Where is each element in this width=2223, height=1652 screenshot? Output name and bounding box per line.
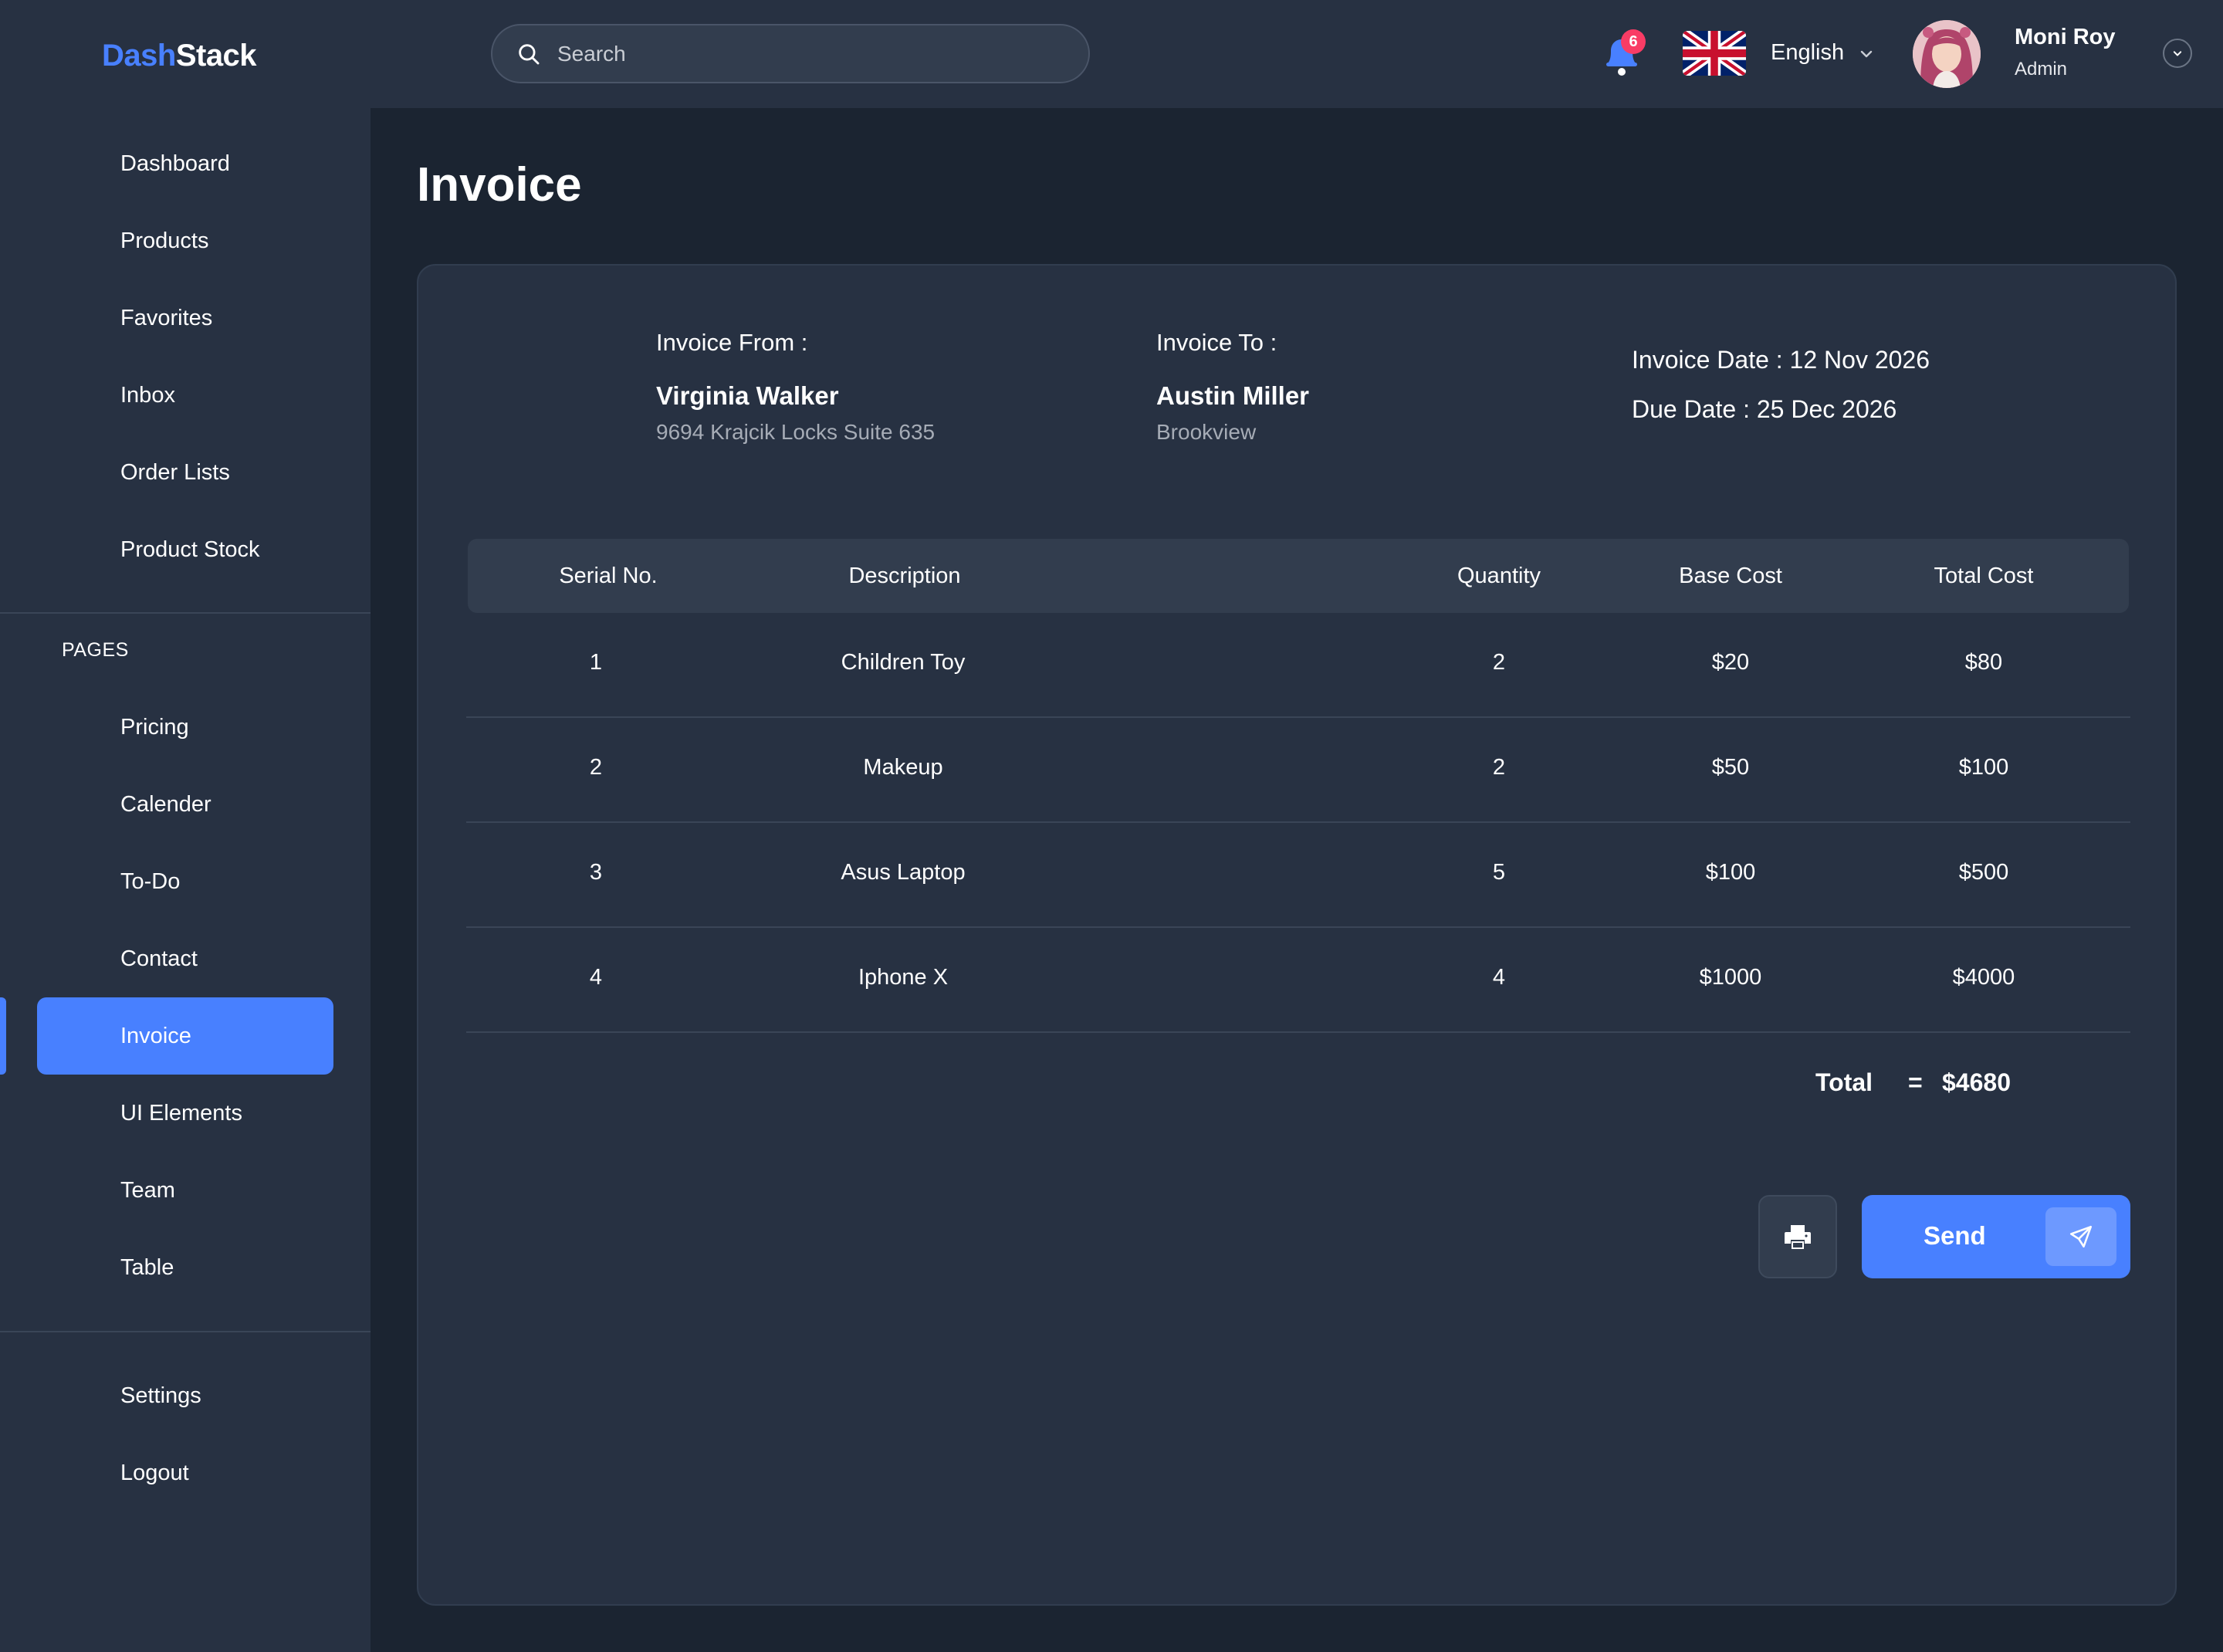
sidebar-item-products[interactable]: Products [37, 202, 333, 279]
sidebar-item-logout[interactable]: Logout [37, 1434, 333, 1512]
user-name: Moni Roy [2015, 25, 2116, 49]
cell-quantity: 5 [1492, 860, 1506, 885]
top-header: 6 English Moni Roy Admin [370, 0, 2223, 108]
avatar-image [1913, 20, 1981, 88]
total-value: $4680 [1942, 1068, 2011, 1096]
avatar[interactable] [1913, 20, 1981, 88]
invoice-from-name: Virginia Walker [656, 381, 839, 410]
table-row: 2 Makeup 2 $50 $100 [466, 718, 2130, 823]
table-row: 1 Children Toy 2 $20 $80 [466, 613, 2130, 718]
sidebar-item-order-lists[interactable]: Order Lists [37, 434, 333, 511]
due-date: Due Date : 25 Dec 2026 [1632, 395, 1897, 423]
cell-description: Makeup [863, 755, 943, 780]
cell-serial: 3 [589, 860, 603, 885]
chevron-down-icon [2173, 51, 2182, 56]
user-role: Admin [2015, 59, 2068, 80]
sidebar-divider [0, 612, 370, 614]
column-header-total-cost: Total Cost [1934, 564, 2034, 588]
cell-description: Children Toy [841, 650, 966, 675]
paper-plane-icon [2069, 1225, 2093, 1248]
cell-total-cost: $80 [1964, 650, 2003, 675]
send-button[interactable]: Send [1862, 1195, 2130, 1278]
send-icon-box [2045, 1207, 2116, 1266]
page-title: Invoice [417, 158, 582, 212]
sidebar-item-inbox[interactable]: Inbox [37, 357, 333, 434]
sidebar-item-table[interactable]: Table [37, 1229, 333, 1306]
brand-logo-part1: Dash [102, 39, 176, 73]
cell-total-cost: $500 [1958, 860, 2009, 885]
uk-flag-icon[interactable] [1683, 31, 1746, 76]
cell-serial: 1 [589, 650, 603, 675]
table-header: Serial No. Description Quantity Base Cos… [468, 539, 2129, 613]
sidebar-item-dashboard[interactable]: Dashboard [37, 125, 333, 202]
search-input[interactable] [557, 41, 1036, 66]
table-row: 4 Iphone X 4 $1000 $4000 [466, 928, 2130, 1033]
sidebar-divider [0, 1331, 370, 1332]
column-header-quantity: Quantity [1457, 564, 1541, 588]
cell-description: Asus Laptop [841, 860, 966, 885]
profile-dropdown-button[interactable] [2163, 39, 2192, 68]
cell-base-cost: $100 [1705, 860, 1756, 885]
total-label: Total [1815, 1068, 1873, 1096]
active-indicator [0, 997, 6, 1075]
column-header-description: Description [848, 564, 961, 588]
invoice-to-label: Invoice To : [1156, 329, 1277, 356]
invoice-from-label: Invoice From : [656, 329, 808, 356]
sidebar-item-pricing[interactable]: Pricing [37, 689, 333, 766]
cell-total-cost: $4000 [1952, 965, 2015, 990]
sidebar-item-product-stock[interactable]: Product Stock [37, 511, 333, 588]
cell-quantity: 2 [1492, 650, 1506, 675]
cell-total-cost: $100 [1958, 755, 2009, 780]
sidebar-item-contact[interactable]: Contact [37, 920, 333, 997]
sidebar: DashStack Dashboard Products Favorites I… [0, 0, 370, 1652]
sidebar-item-team[interactable]: Team [37, 1152, 333, 1229]
sidebar-item-invoice[interactable]: Invoice [37, 997, 333, 1075]
sidebar-item-favorites[interactable]: Favorites [37, 279, 333, 357]
invoice-card: Invoice From : Virginia Walker 9694 Kraj… [417, 264, 2177, 1606]
cell-description: Iphone X [858, 965, 949, 990]
cell-serial: 4 [589, 965, 603, 990]
brand-logo[interactable]: DashStack [102, 39, 257, 73]
total-equals: = [1908, 1068, 1923, 1096]
brand-logo-part2: Stack [175, 39, 257, 73]
column-header-serial: Serial No. [559, 564, 658, 588]
cell-base-cost: $50 [1711, 755, 1750, 780]
print-button[interactable] [1758, 1195, 1837, 1278]
cell-quantity: 2 [1492, 755, 1506, 780]
sidebar-item-calender[interactable]: Calender [37, 766, 333, 843]
sidebar-item-ui-elements[interactable]: UI Elements [37, 1075, 333, 1152]
column-header-base-cost: Base Cost [1679, 564, 1782, 588]
invoice-date: Invoice Date : 12 Nov 2026 [1632, 346, 1930, 374]
cell-quantity: 4 [1492, 965, 1506, 990]
sidebar-item-todo[interactable]: To-Do [37, 843, 333, 920]
printer-icon [1785, 1225, 1811, 1249]
send-button-label: Send [1924, 1221, 1986, 1250]
sidebar-item-settings[interactable]: Settings [37, 1357, 333, 1434]
sidebar-section-title: PAGES [62, 639, 129, 661]
search-icon [519, 43, 540, 64]
search-bar[interactable] [491, 24, 1090, 83]
notification-badge: 6 [1621, 29, 1646, 54]
cell-base-cost: $1000 [1699, 965, 1762, 990]
cell-serial: 2 [589, 755, 603, 780]
invoice-to-address: Brookview [1156, 420, 1257, 444]
language-selector[interactable]: English [1771, 40, 1844, 66]
cell-base-cost: $20 [1711, 650, 1750, 675]
invoice-to-name: Austin Miller [1156, 381, 1310, 410]
table-row: 3 Asus Laptop 5 $100 $500 [466, 823, 2130, 928]
invoice-from-address: 9694 Krajcik Locks Suite 635 [656, 420, 936, 444]
chevron-down-icon[interactable] [1857, 45, 1876, 63]
